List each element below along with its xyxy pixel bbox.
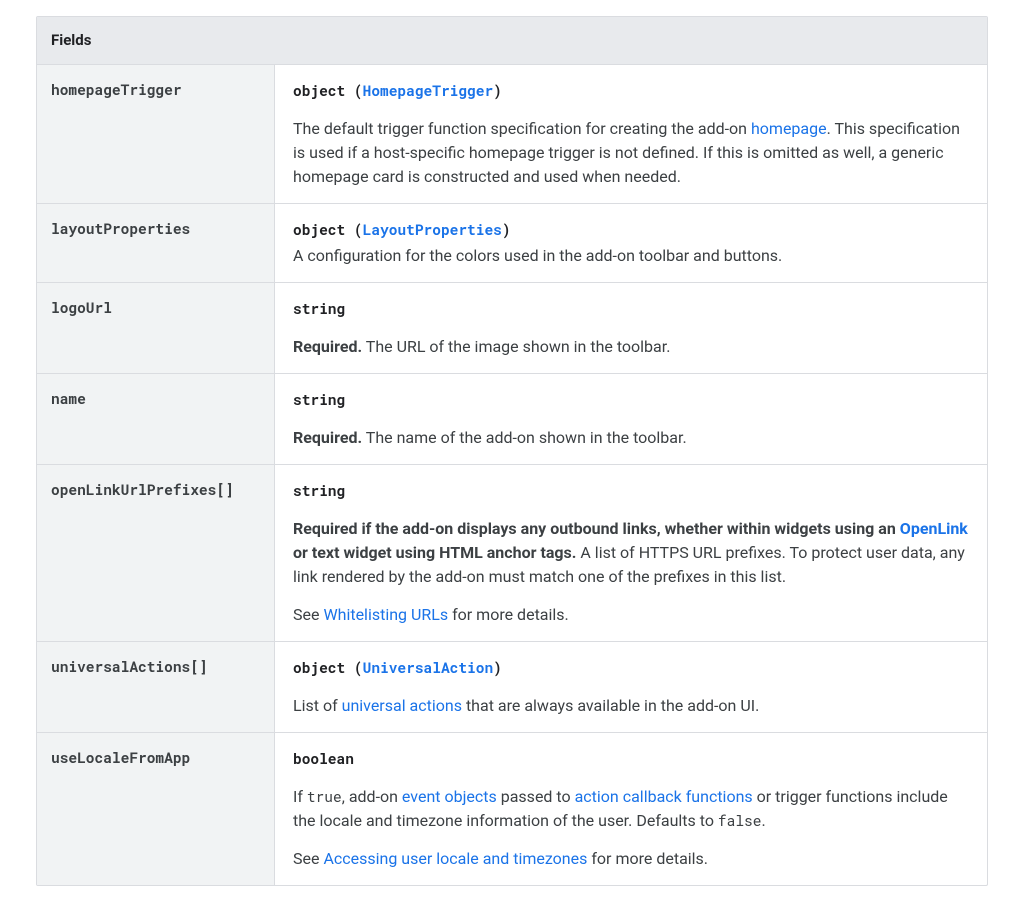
fields-table-header: Fields — [37, 17, 987, 65]
page: Fields homepageTrigger object (HomepageT… — [0, 0, 1024, 906]
field-row: useLocaleFromApp boolean If true, add-on… — [37, 733, 987, 885]
field-text: Required if the add-on displays any outb… — [293, 517, 969, 589]
field-type: object (HomepageTrigger) — [293, 81, 502, 100]
action-callback-link[interactable]: action callback functions — [575, 787, 753, 806]
field-name: useLocaleFromApp — [37, 733, 275, 885]
field-row: universalActions[] object (UniversalActi… — [37, 642, 987, 733]
universal-actions-link[interactable]: universal actions — [342, 696, 462, 715]
field-name: universalActions[] — [37, 642, 275, 732]
field-description: string Required. The URL of the image sh… — [275, 283, 987, 373]
field-text: A configuration for the colors used in t… — [293, 244, 969, 268]
field-row: openLinkUrlPrefixes[] string Required if… — [37, 465, 987, 642]
field-type: string — [293, 390, 345, 409]
field-description: string Required. The name of the add-on … — [275, 374, 987, 464]
field-description: boolean If true, add-on event objects pa… — [275, 733, 987, 885]
openlink-link[interactable]: OpenLink — [900, 519, 968, 538]
type-link[interactable]: LayoutProperties — [363, 220, 502, 239]
field-description: object (LayoutProperties) A configuratio… — [275, 204, 987, 282]
field-text: The default trigger function specificati… — [293, 117, 969, 189]
field-type: string — [293, 299, 345, 318]
field-name: layoutProperties — [37, 204, 275, 282]
field-row: logoUrl string Required. The URL of the … — [37, 283, 987, 374]
field-type: object (UniversalAction) — [293, 658, 502, 677]
field-text: List of universal actions that are alway… — [293, 694, 969, 718]
field-description: object (HomepageTrigger) The default tri… — [275, 65, 987, 203]
locale-link[interactable]: Accessing user locale and timezones — [323, 849, 587, 868]
event-objects-link[interactable]: event objects — [402, 787, 497, 806]
whitelisting-link[interactable]: Whitelisting URLs — [323, 605, 448, 624]
field-name: openLinkUrlPrefixes[] — [37, 465, 275, 641]
field-row: homepageTrigger object (HomepageTrigger)… — [37, 65, 987, 204]
field-text: If true, add-on event objects passed to … — [293, 785, 969, 833]
field-type: string — [293, 481, 345, 500]
field-type: object (LayoutProperties) — [293, 220, 511, 239]
field-name: name — [37, 374, 275, 464]
field-row: name string Required. The name of the ad… — [37, 374, 987, 465]
type-link[interactable]: UniversalAction — [363, 658, 494, 677]
field-text: Required. The name of the add-on shown i… — [293, 426, 969, 450]
field-name: homepageTrigger — [37, 65, 275, 203]
field-row: layoutProperties object (LayoutPropertie… — [37, 204, 987, 283]
field-name: logoUrl — [37, 283, 275, 373]
field-description: string Required if the add-on displays a… — [275, 465, 987, 641]
field-description: object (UniversalAction) List of univers… — [275, 642, 987, 732]
field-type: boolean — [293, 749, 354, 768]
field-see: See Whitelisting URLs for more details. — [293, 603, 969, 627]
fields-table: Fields homepageTrigger object (HomepageT… — [36, 16, 988, 886]
field-text: Required. The URL of the image shown in … — [293, 335, 969, 359]
field-see: See Accessing user locale and timezones … — [293, 847, 969, 871]
homepage-link[interactable]: homepage — [751, 119, 827, 138]
type-link[interactable]: HomepageTrigger — [363, 81, 494, 100]
